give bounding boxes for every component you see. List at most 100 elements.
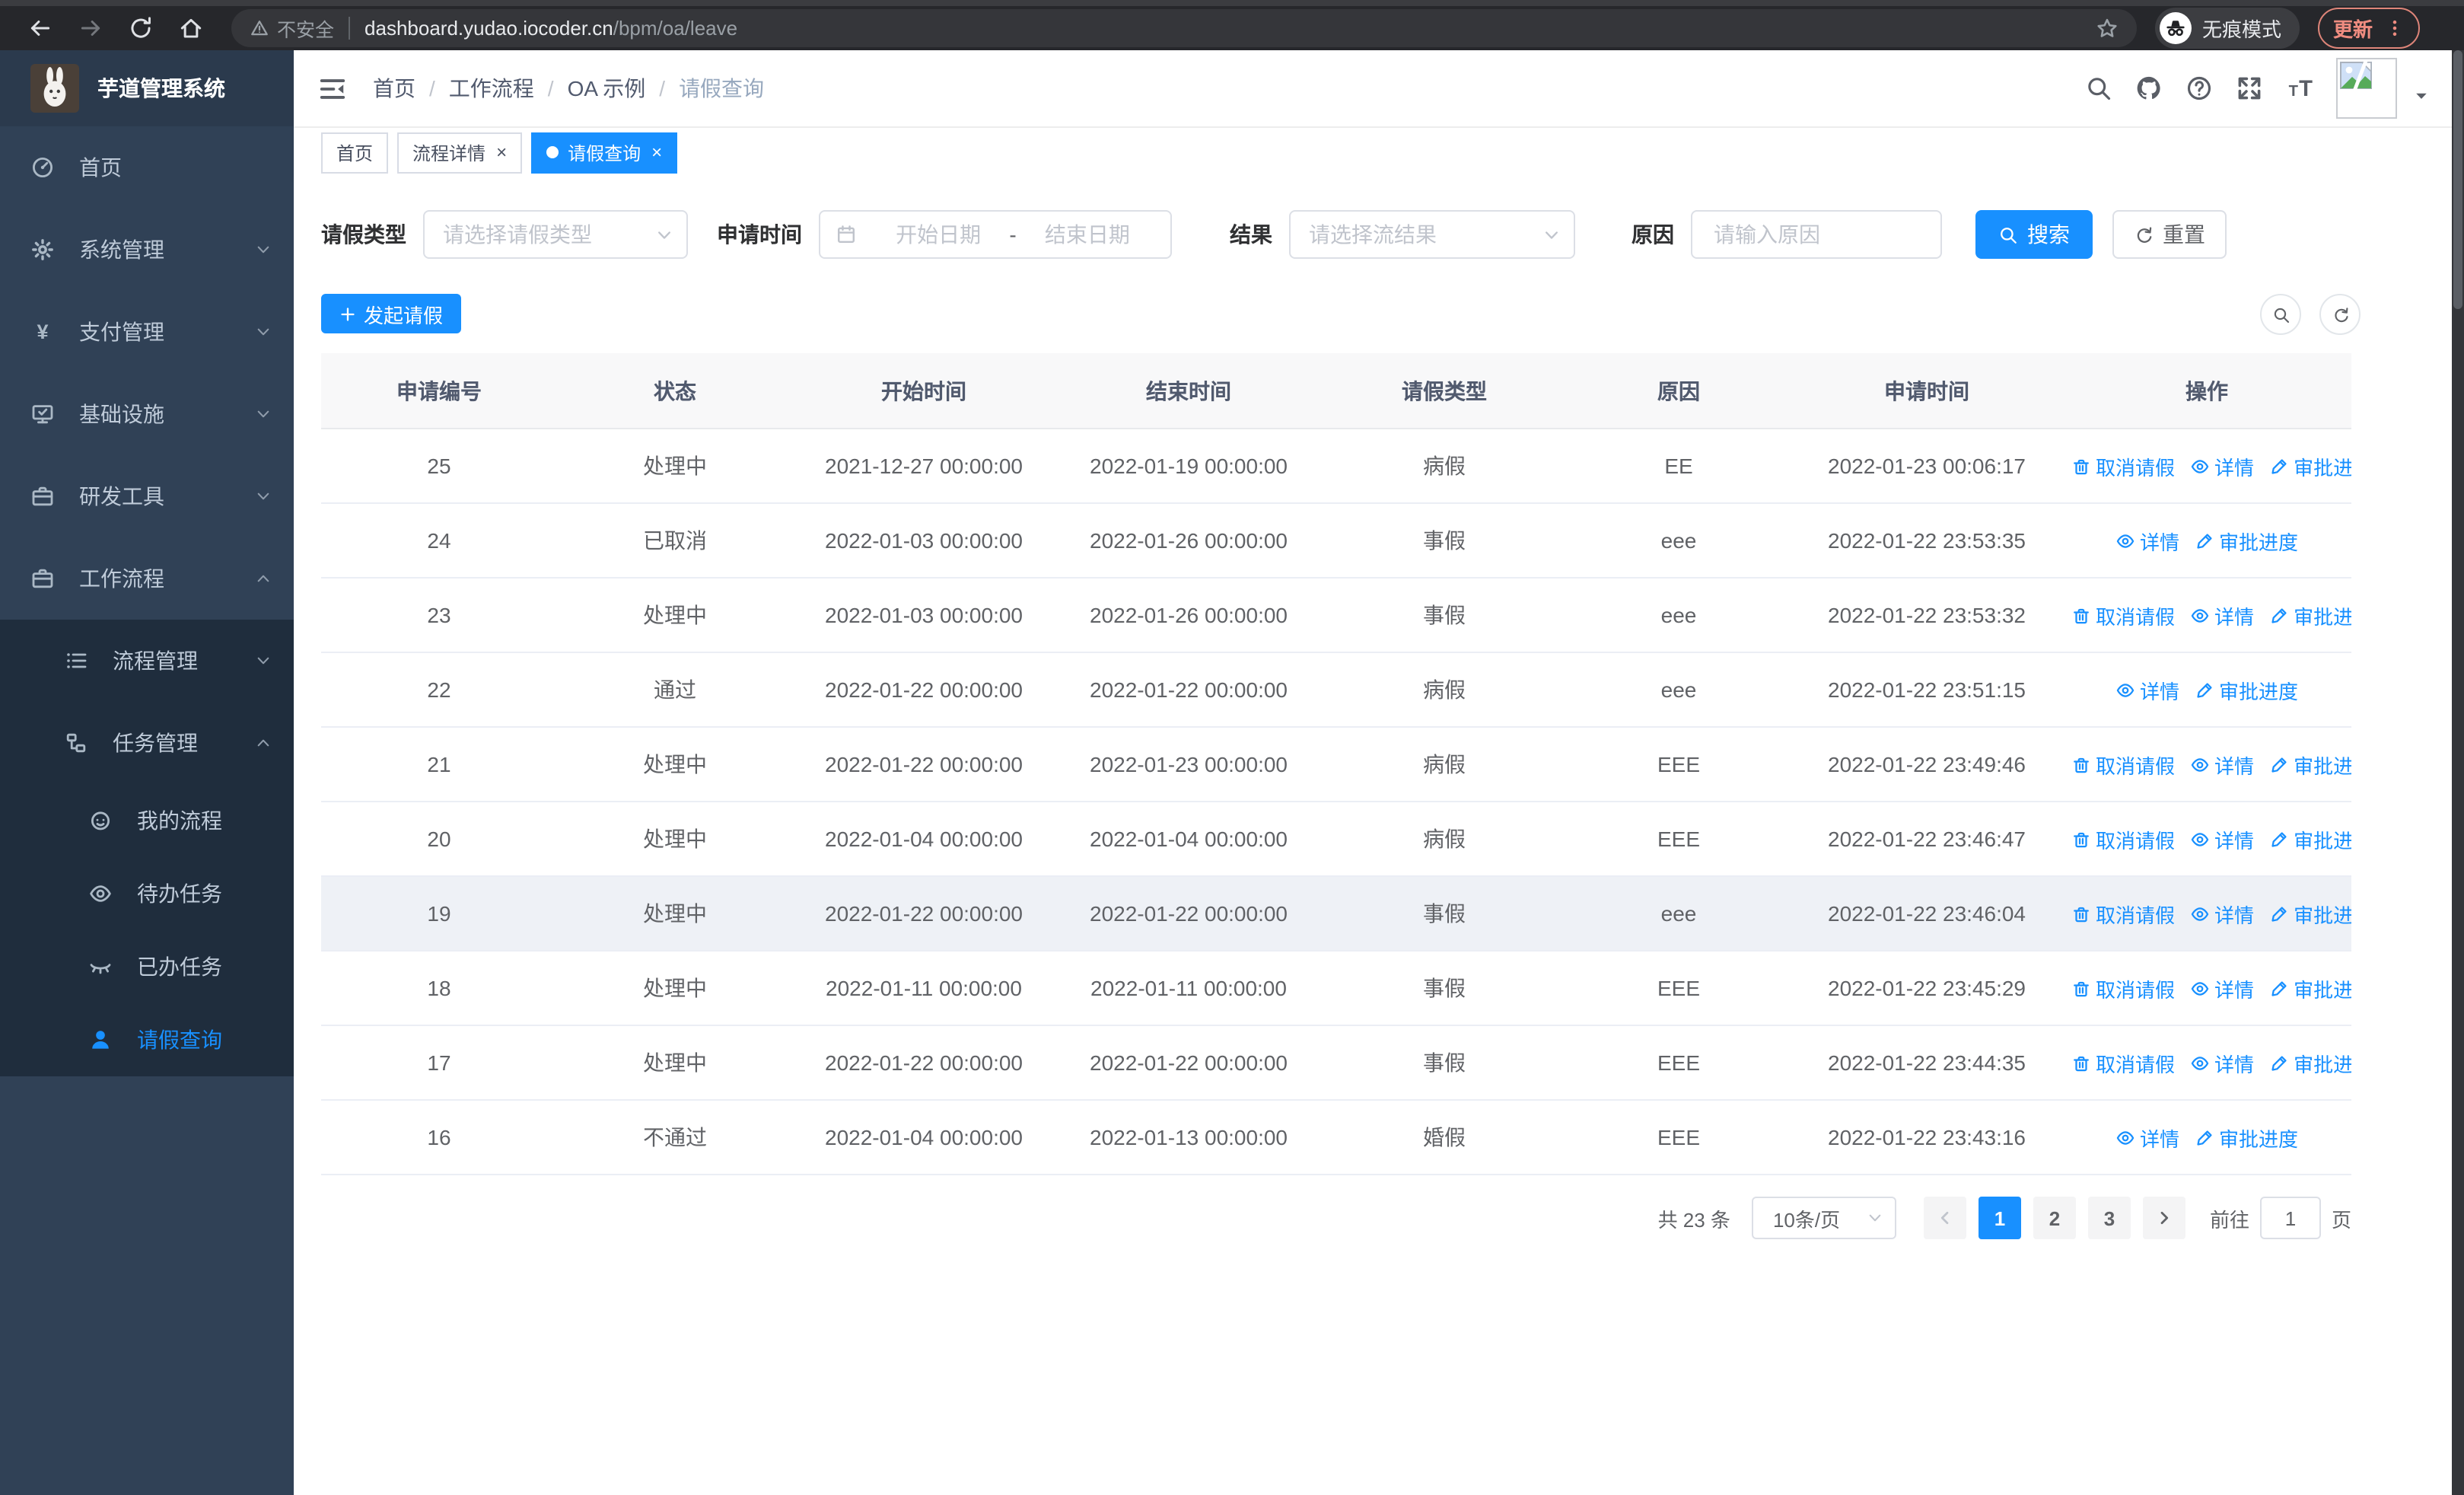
not-secure-icon[interactable]: [250, 18, 269, 38]
bookmark-star-icon[interactable]: [2096, 17, 2119, 40]
user-menu-caret-icon[interactable]: [2412, 87, 2431, 105]
detail-action-link[interactable]: 详情: [2115, 526, 2179, 555]
reset-button[interactable]: 重置: [2112, 210, 2227, 259]
scrollbar-thumb[interactable]: [2453, 50, 2462, 309]
refresh-table-button[interactable]: [2319, 294, 2361, 335]
forward-icon[interactable]: [78, 15, 103, 41]
detail-action-link[interactable]: 详情: [2190, 899, 2254, 928]
help-icon[interactable]: [2185, 75, 2213, 102]
pen-icon: [2269, 1053, 2289, 1073]
cancel-action-link[interactable]: 取消请假: [2071, 1048, 2175, 1077]
progress-action-link[interactable]: 审批进度: [2269, 601, 2351, 630]
detail-action-link[interactable]: 详情: [2190, 451, 2254, 480]
url-bar[interactable]: 不安全 dashboard.yudao.iocoder.cn /bpm/oa/l…: [231, 9, 2137, 47]
cancel-action-link[interactable]: 取消请假: [2071, 601, 2175, 630]
sidebar-item-请假查询[interactable]: 请假查询: [0, 1003, 294, 1076]
home-icon[interactable]: [178, 15, 204, 41]
progress-action-link[interactable]: 审批进度: [2269, 1048, 2351, 1077]
goto-page-input[interactable]: [2259, 1197, 2321, 1239]
progress-action-link[interactable]: 审批进度: [2269, 451, 2351, 480]
yen-icon: ¥: [30, 320, 55, 344]
sidebar-item-研发工具[interactable]: 研发工具: [0, 455, 294, 537]
sidebar-item-流程管理[interactable]: 流程管理: [0, 620, 294, 702]
progress-action-link[interactable]: 审批进度: [2269, 899, 2351, 928]
svg-text:T: T: [2289, 83, 2299, 100]
cancel-action-link[interactable]: 取消请假: [2071, 974, 2175, 1003]
page-button-3[interactable]: 3: [2087, 1197, 2131, 1239]
apply-time-range-picker[interactable]: 开始日期 - 结束日期: [819, 210, 1172, 259]
cell-id: 16: [321, 1100, 557, 1175]
table-row-22: 22 通过 2022-01-22 00:00:00 2022-01-22 00:00:…: [321, 652, 2351, 728]
breadcrumb-item[interactable]: 首页: [373, 73, 415, 104]
search-icon[interactable]: [2085, 75, 2112, 102]
detail-action-link[interactable]: 详情: [2190, 601, 2254, 630]
sidebar-item-已办任务[interactable]: 已办任务: [0, 930, 294, 1003]
progress-action-link[interactable]: 审批进度: [2269, 824, 2351, 853]
sidebar-item-首页[interactable]: 首页: [0, 126, 294, 209]
cell-status: 处理中: [557, 727, 793, 802]
fontsize-icon[interactable]: TT: [2286, 75, 2313, 102]
fullscreen-icon[interactable]: [2236, 75, 2263, 102]
sidebar-item-系统管理[interactable]: 系统管理: [0, 209, 294, 291]
reason-input[interactable]: [1711, 221, 1922, 248]
breadcrumb-item[interactable]: OA 示例: [568, 73, 646, 104]
progress-action-link[interactable]: 审批进度: [2269, 974, 2351, 1003]
sidebar-toggle-icon[interactable]: [318, 74, 347, 103]
detail-action-link[interactable]: 详情: [2115, 1123, 2179, 1152]
update-label[interactable]: 更新: [2333, 14, 2373, 43]
detail-action-link[interactable]: 详情: [2190, 974, 2254, 1003]
tab-请假查询[interactable]: 请假查询 ×: [531, 132, 678, 173]
reload-icon[interactable]: [128, 15, 154, 41]
page-button-1[interactable]: 1: [1978, 1197, 2021, 1239]
progress-action-link[interactable]: 审批进度: [2195, 526, 2298, 555]
sidebar-item-基础设施[interactable]: 基础设施: [0, 373, 294, 455]
cancel-action-link[interactable]: 取消请假: [2071, 451, 2175, 480]
close-tab-icon[interactable]: ×: [496, 143, 507, 161]
action-label: 取消请假: [2096, 754, 2176, 777]
app-logo[interactable]: 芋道管理系统: [0, 50, 294, 126]
tab-流程详情[interactable]: 流程详情 ×: [397, 132, 523, 173]
leave-type-select[interactable]: 请选择请假类型: [423, 210, 688, 259]
browser-menu-icon[interactable]: [2385, 18, 2405, 38]
broken-image-icon: [2339, 61, 2376, 94]
cell-type: 事假: [1323, 503, 1566, 579]
search-button[interactable]: 搜索: [1975, 210, 2093, 259]
page-button-2[interactable]: 2: [2033, 1197, 2076, 1239]
tab-label: 请假查询: [568, 142, 641, 164]
sidebar-item-待办任务[interactable]: 待办任务: [0, 857, 294, 930]
prev-page-button[interactable]: [1923, 1197, 1966, 1239]
sidebar-item-任务管理[interactable]: 任务管理: [0, 702, 294, 784]
create-leave-button[interactable]: 发起请假: [321, 294, 462, 333]
back-icon[interactable]: [27, 15, 53, 41]
detail-action-link[interactable]: 详情: [2190, 824, 2254, 853]
page-scrollbar[interactable]: [2452, 50, 2464, 1495]
cancel-action-link[interactable]: 取消请假: [2071, 899, 2175, 928]
eye-icon: [2190, 978, 2210, 998]
progress-action-link[interactable]: 审批进度: [2195, 1123, 2298, 1152]
page-size-select[interactable]: 10条/页: [1751, 1197, 1896, 1239]
sidebar-item-支付管理[interactable]: ¥ 支付管理: [0, 291, 294, 373]
cancel-action-link[interactable]: 取消请假: [2071, 824, 2175, 853]
browser-chrome: 不安全 dashboard.yudao.iocoder.cn /bpm/oa/l…: [0, 0, 2464, 50]
breadcrumb-separator: /: [429, 76, 435, 100]
sidebar-item-我的流程[interactable]: 我的流程: [0, 784, 294, 857]
detail-action-link[interactable]: 详情: [2190, 1048, 2254, 1077]
detail-action-link[interactable]: 详情: [2190, 750, 2254, 779]
detail-action-link[interactable]: 详情: [2115, 675, 2179, 704]
progress-action-link[interactable]: 审批进度: [2269, 750, 2351, 779]
breadcrumb-item[interactable]: 工作流程: [449, 73, 534, 104]
browser-update-button[interactable]: 更新: [2318, 8, 2421, 49]
sidebar-item-工作流程[interactable]: 工作流程: [0, 537, 294, 620]
close-tab-icon[interactable]: ×: [651, 143, 662, 161]
refresh-icon: [2331, 305, 2349, 324]
progress-action-link[interactable]: 审批进度: [2195, 675, 2298, 704]
toggle-search-button[interactable]: [2260, 294, 2301, 335]
result-select[interactable]: 请选择流结果: [1289, 210, 1575, 259]
cancel-action-link[interactable]: 取消请假: [2071, 750, 2175, 779]
column-header-申请时间: 申请时间: [1791, 353, 2062, 429]
cell-actions: 详情 审批进度: [2062, 1100, 2351, 1175]
next-page-button[interactable]: [2142, 1197, 2185, 1239]
tab-首页[interactable]: 首页: [321, 132, 389, 173]
github-icon[interactable]: [2135, 75, 2163, 102]
avatar[interactable]: [2336, 58, 2397, 119]
